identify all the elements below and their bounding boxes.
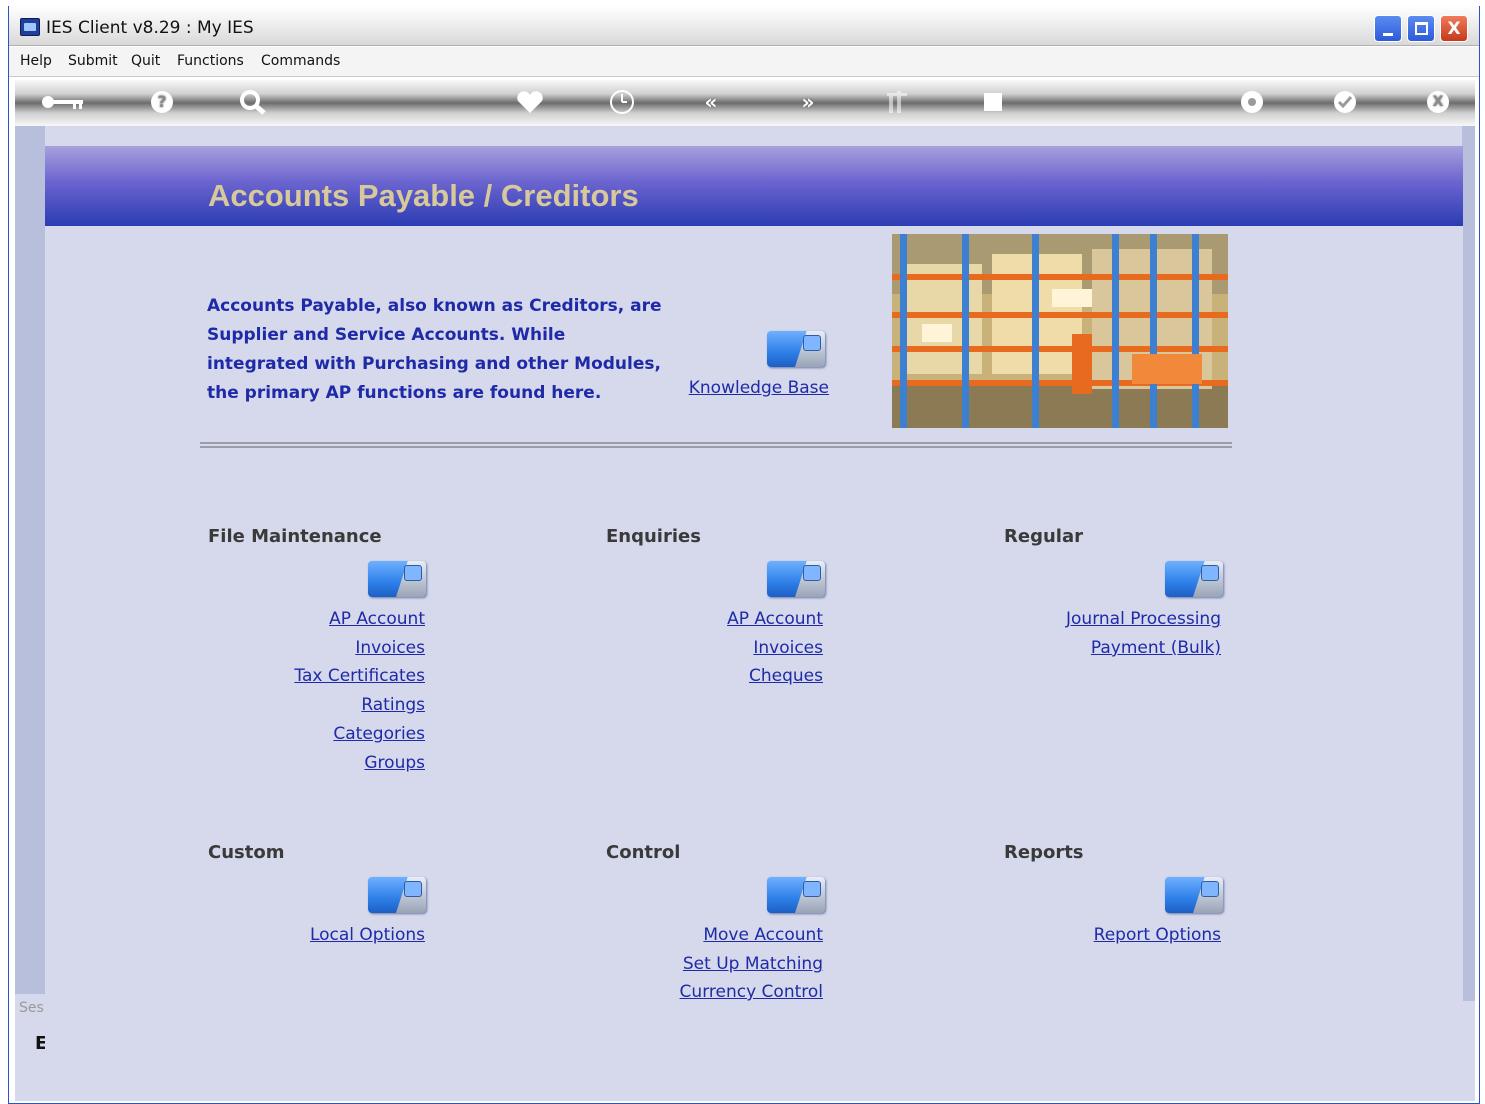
right-scroll-strip[interactable]	[1462, 126, 1475, 1001]
search-icon-graphic	[240, 90, 266, 115]
left-sidebar	[15, 126, 45, 1101]
file-maintenance-icon[interactable]	[368, 561, 426, 597]
key-icon[interactable]	[39, 89, 87, 115]
session-label: Ses	[19, 1000, 44, 1016]
knowledge-base-icon[interactable]	[767, 331, 825, 367]
ok-icon[interactable]	[1330, 89, 1360, 115]
back-icon[interactable]: «	[696, 89, 726, 115]
section-heading-file-maintenance: File Maintenance	[208, 526, 382, 547]
intro-line: integrated with Purchasing and other Mod…	[207, 354, 661, 374]
window-title: IES Client v8.29 : My IES	[46, 18, 254, 38]
link-ctl-move-account[interactable]: Move Account	[623, 925, 823, 945]
settings-icon-graphic	[1241, 91, 1263, 113]
section-heading-control: Control	[606, 842, 681, 863]
heart-icon-graphic	[517, 91, 543, 113]
link-fm-ap-account[interactable]: AP Account	[245, 609, 425, 629]
link-enq-cheques[interactable]: Cheques	[643, 666, 823, 686]
content-area: Ses E Accounts Payable / Creditors Accou…	[15, 126, 1475, 1101]
page-title: Accounts Payable / Creditors	[208, 178, 639, 213]
menu-bar: Help Submit Quit Functions Commands	[9, 47, 1479, 77]
toolbar: ? « » X	[15, 80, 1475, 126]
help-glyph: ?	[157, 92, 167, 111]
clock-icon-graphic	[610, 90, 634, 114]
search-icon[interactable]	[237, 89, 269, 115]
menu-commands[interactable]: Commands	[261, 53, 340, 69]
menu-quit[interactable]: Quit	[131, 53, 160, 69]
close-window-icon: X	[1447, 19, 1461, 39]
main-panel: Accounts Payable / Creditors Accounts Pa…	[45, 146, 1463, 1101]
app-icon	[20, 18, 40, 36]
header-banner: Accounts Payable / Creditors	[45, 146, 1463, 226]
maximize-button[interactable]	[1407, 15, 1435, 42]
stop-icon-graphic	[984, 93, 1002, 111]
minimize-button[interactable]	[1374, 15, 1402, 42]
control-icon[interactable]	[767, 877, 825, 913]
knowledge-base-link[interactable]: Knowledge Base	[649, 378, 829, 398]
section-heading-reports: Reports	[1004, 842, 1084, 863]
stop-icon[interactable]	[978, 89, 1008, 115]
help-icon[interactable]: ?	[148, 89, 176, 115]
forward-icon[interactable]: »	[793, 89, 823, 115]
intro-line: Supplier and Service Accounts. While	[207, 325, 566, 345]
menu-functions[interactable]: Functions	[177, 53, 244, 69]
reports-icon[interactable]	[1165, 877, 1223, 913]
clock-icon[interactable]	[607, 89, 637, 115]
link-fm-categories[interactable]: Categories	[245, 724, 425, 744]
link-fm-invoices[interactable]: Invoices	[245, 638, 425, 658]
warehouse-image-graphic	[892, 234, 1228, 428]
menu-help[interactable]: Help	[20, 53, 52, 69]
app-window: IES Client v8.29 : My IES X Help Submit …	[8, 6, 1480, 1104]
link-ctl-currency-control[interactable]: Currency Control	[623, 982, 823, 1002]
intro-line: Accounts Payable, also known as Creditor…	[207, 296, 662, 316]
link-fm-groups[interactable]: Groups	[245, 753, 425, 773]
close-icon[interactable]: X	[1423, 89, 1453, 115]
key-icon-graphic	[42, 96, 83, 109]
link-custom-local-options[interactable]: Local Options	[245, 925, 425, 945]
ok-icon-graphic	[1334, 91, 1356, 113]
link-enq-invoices[interactable]: Invoices	[643, 638, 823, 658]
section-heading-enquiries: Enquiries	[606, 526, 701, 547]
link-fm-tax-certificates[interactable]: Tax Certificates	[245, 666, 425, 686]
link-reg-payment-bulk[interactable]: Payment (Bulk)	[1021, 638, 1221, 658]
close-glyph: X	[1432, 94, 1444, 110]
sort-icon-graphic	[887, 91, 907, 113]
enquiries-icon[interactable]	[767, 561, 825, 597]
section-divider	[200, 442, 1232, 448]
sort-icon[interactable]	[883, 89, 913, 115]
close-window-button[interactable]: X	[1440, 15, 1468, 42]
title-bar[interactable]: IES Client v8.29 : My IES X	[9, 6, 1479, 46]
custom-icon[interactable]	[368, 877, 426, 913]
menu-submit[interactable]: Submit	[68, 53, 118, 69]
heart-icon[interactable]	[515, 89, 545, 115]
section-heading-custom: Custom	[208, 842, 285, 863]
link-reg-journal-processing[interactable]: Journal Processing	[1021, 609, 1221, 629]
regular-icon[interactable]	[1165, 561, 1223, 597]
minimize-icon	[1383, 33, 1393, 36]
link-rep-report-options[interactable]: Report Options	[1021, 925, 1221, 945]
settings-icon[interactable]	[1237, 89, 1267, 115]
link-enq-ap-account[interactable]: AP Account	[643, 609, 823, 629]
intro-line: the primary AP functions are found here.	[207, 383, 602, 403]
warehouse-shelving-image	[892, 234, 1228, 428]
section-heading-regular: Regular	[1004, 526, 1083, 547]
intro-text: Accounts Payable, also known as Creditor…	[207, 292, 677, 408]
link-ctl-set-up-matching[interactable]: Set Up Matching	[623, 954, 823, 974]
link-fm-ratings[interactable]: Ratings	[245, 695, 425, 715]
maximize-icon	[1415, 22, 1428, 35]
